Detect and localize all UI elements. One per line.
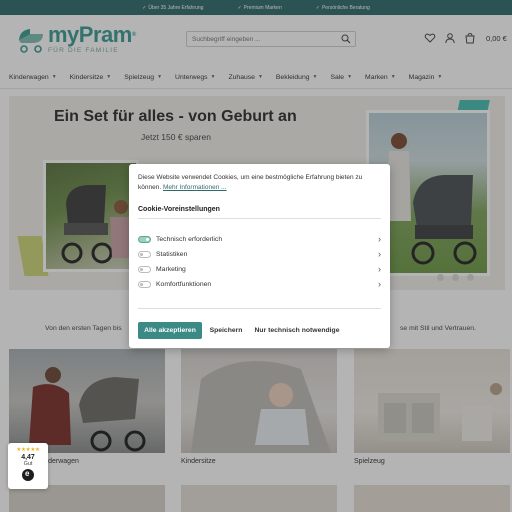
cookie-description: Diese Website verwendet Cookies, um eine…: [138, 174, 363, 191]
trusted-shops-logo-icon: [22, 469, 34, 481]
divider: [138, 308, 381, 309]
cookie-settings-heading: Cookie-Voreinstellungen: [138, 206, 220, 213]
chevron-right-icon[interactable]: ›: [373, 279, 381, 289]
toggle-switch[interactable]: [138, 235, 151, 243]
cookie-option-technical[interactable]: Technisch erforderlich ›: [138, 232, 381, 246]
cookie-option-statistics[interactable]: Statistiken ›: [138, 247, 381, 261]
toggle-switch[interactable]: [138, 280, 151, 288]
chevron-right-icon[interactable]: ›: [373, 249, 381, 259]
rating-badge[interactable]: ★★★★★ 4,47 Gut: [8, 443, 48, 489]
cookie-option-marketing[interactable]: Marketing ›: [138, 262, 381, 276]
more-info-link[interactable]: Mehr Informationen ...: [163, 184, 227, 191]
star-rating-icon: ★★★★★: [16, 447, 40, 453]
cookie-option-comfort[interactable]: Komfortfunktionen ›: [138, 277, 381, 291]
cookie-consent-dialog: Diese Website verwendet Cookies, um eine…: [129, 164, 390, 348]
toggle-switch[interactable]: [138, 250, 151, 258]
save-button[interactable]: Speichern: [206, 322, 246, 339]
rating-grade: Gut: [23, 461, 33, 467]
toggle-switch[interactable]: [138, 265, 151, 273]
chevron-right-icon[interactable]: ›: [373, 234, 381, 244]
rating-score: 4,47: [21, 454, 35, 461]
accept-all-button[interactable]: Alle akzeptieren: [138, 322, 202, 339]
necessary-only-button[interactable]: Nur technisch notwendige: [251, 322, 343, 339]
divider: [138, 218, 381, 219]
chevron-right-icon[interactable]: ›: [373, 264, 381, 274]
